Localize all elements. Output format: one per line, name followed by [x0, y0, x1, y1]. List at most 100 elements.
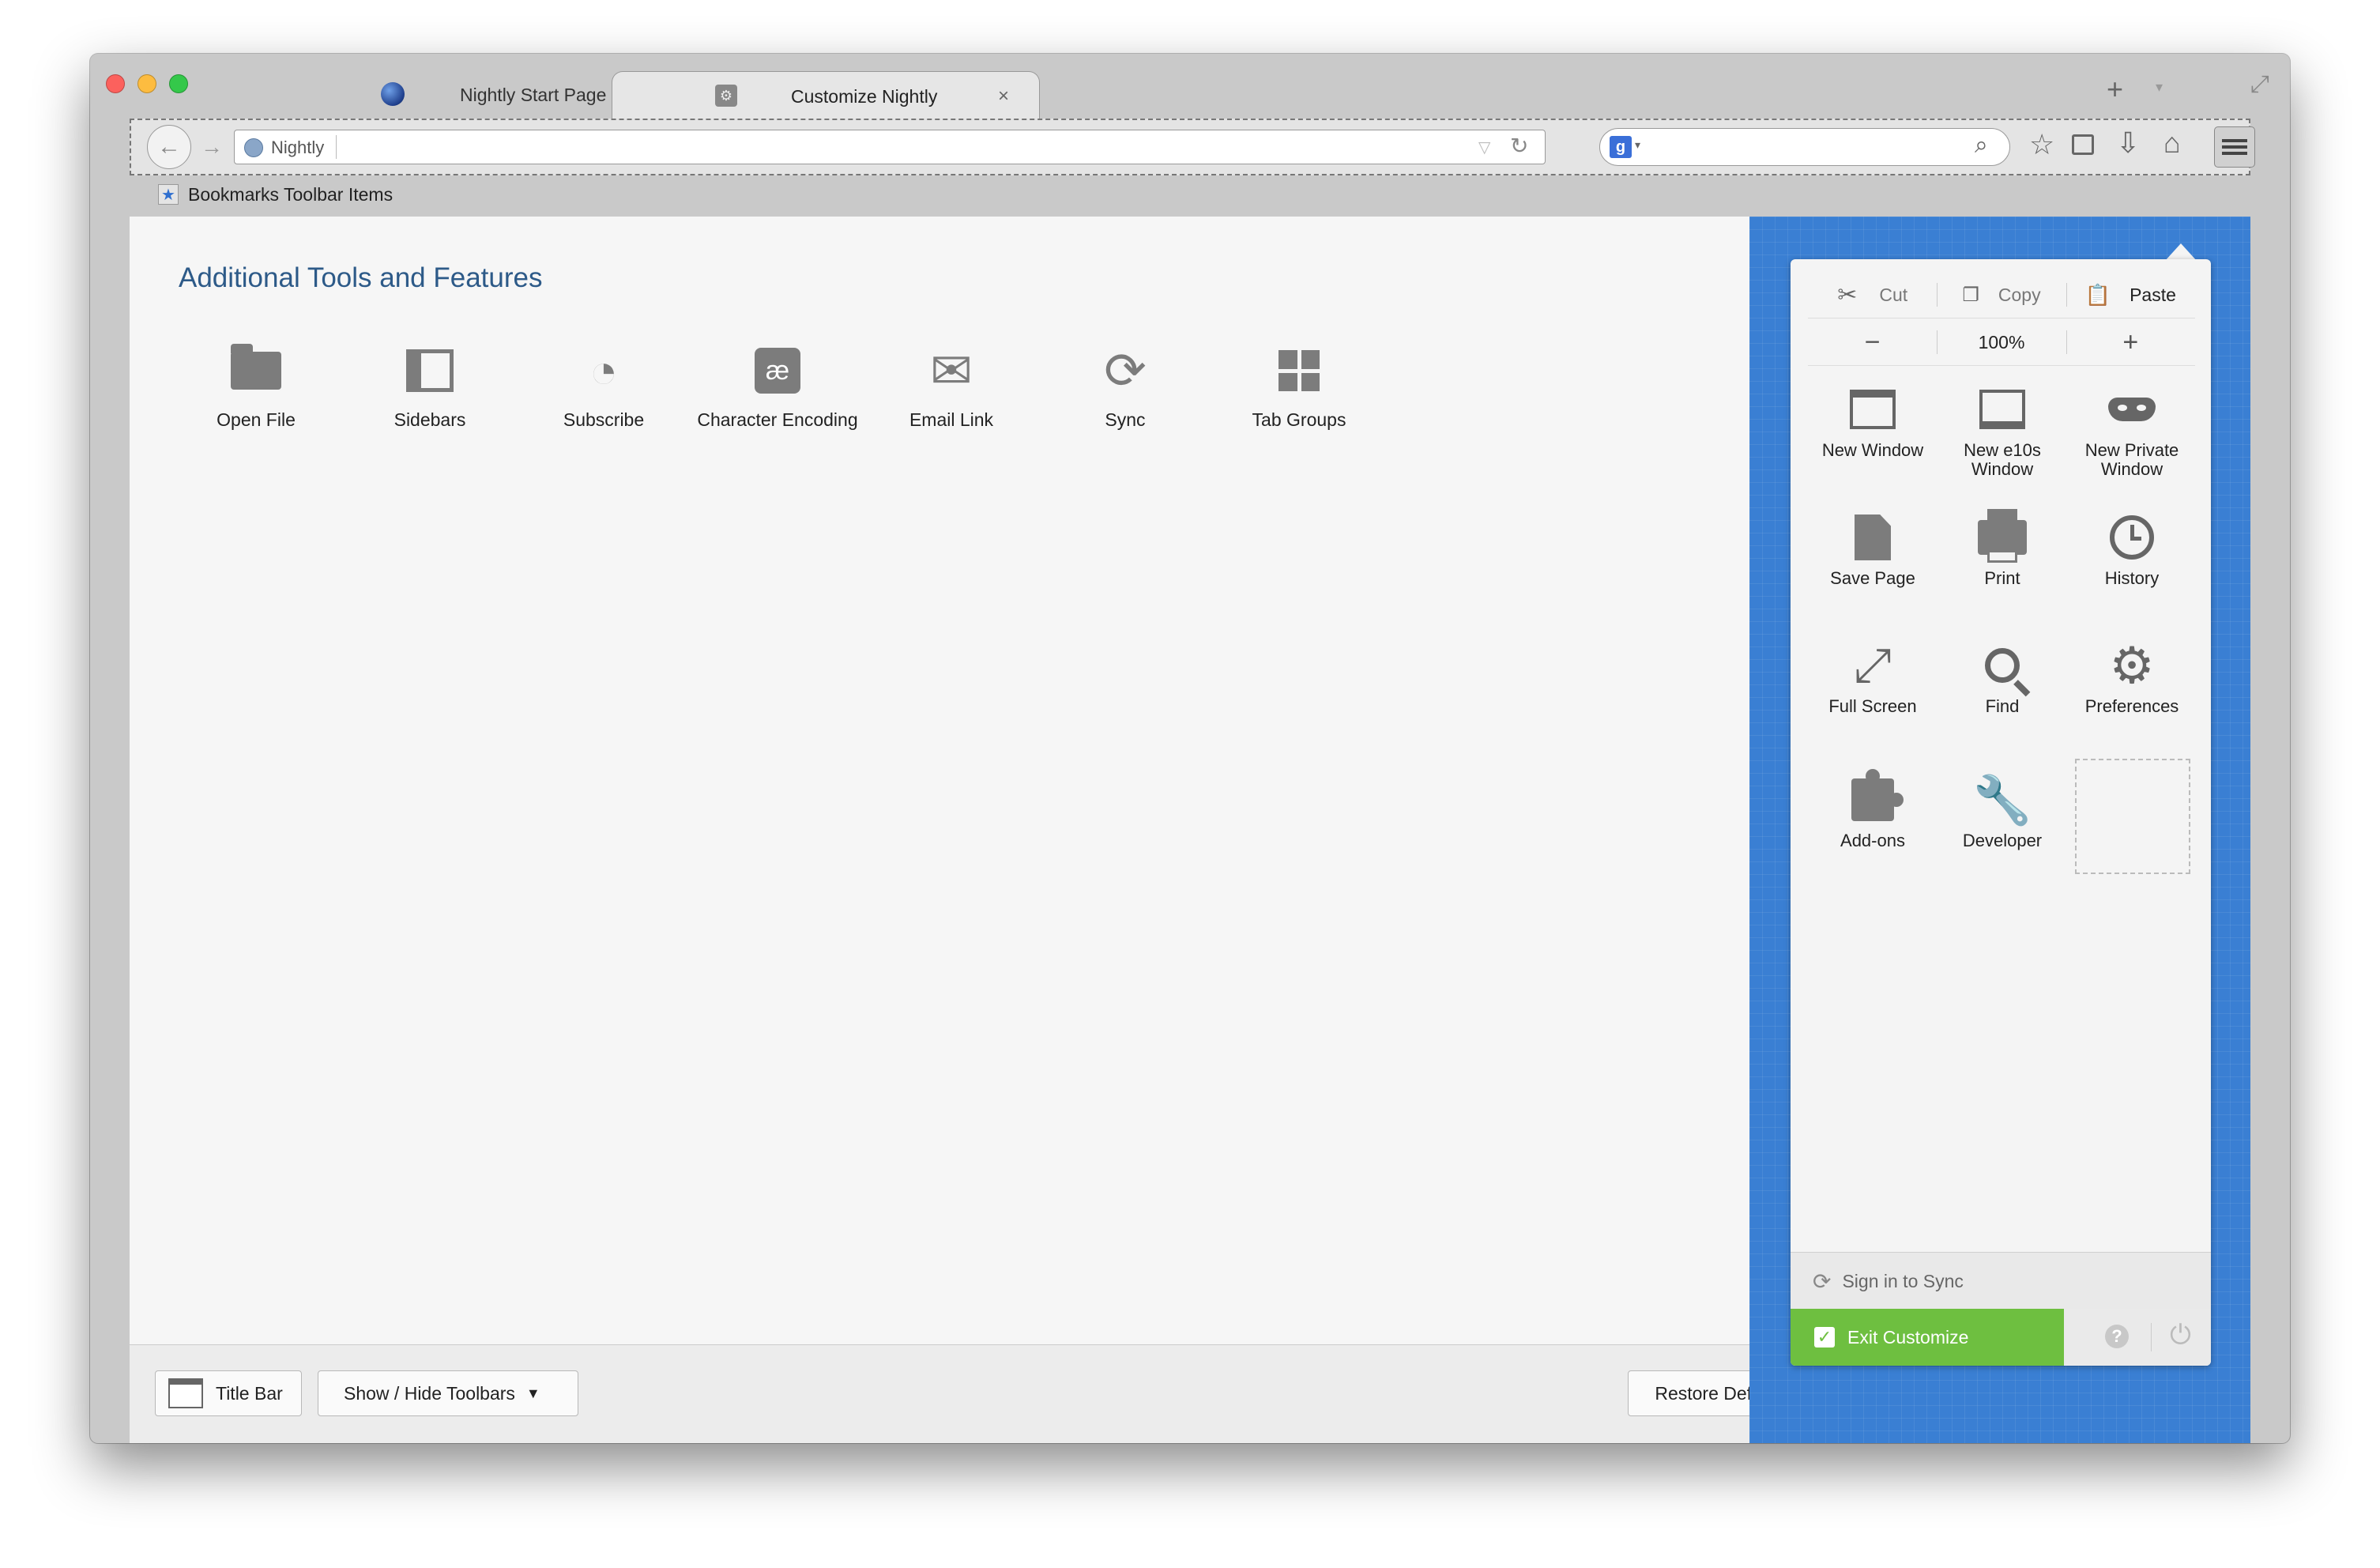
tool-email-link[interactable]: ✉ Email Link — [864, 335, 1038, 431]
zoom-window-button[interactable] — [169, 74, 188, 93]
help-icon[interactable]: ? — [2105, 1325, 2129, 1348]
customize-panel-area: ✂ Cut ❐ Copy 📋 Paste − 100% + New Window Ne… — [1749, 217, 2250, 1443]
fullscreen-toggle-icon[interactable]: ⤢ — [2250, 71, 2269, 98]
e10s-window-icon — [1979, 390, 2025, 429]
new-e10s-window-button[interactable]: New e10s Window — [1938, 378, 2067, 479]
close-tab-icon[interactable]: × — [998, 85, 1009, 107]
customize-gear-icon: ⚙ — [715, 85, 737, 107]
developer-label: Developer — [1962, 831, 2043, 850]
new-tab-button[interactable]: + — [2107, 73, 2123, 106]
magnifier-icon — [1985, 648, 2031, 697]
minus-icon: − — [1864, 326, 1881, 357]
copy-button[interactable]: ❐ Copy — [1937, 272, 2066, 318]
tool-label: Character Encoding — [697, 409, 858, 430]
search-bar[interactable]: g ▾ ⌕ — [1599, 128, 2010, 166]
bookmarks-star-icon: ★ — [158, 184, 179, 205]
fullscreen-icon: ⤢ — [1854, 639, 1892, 692]
tool-tab-groups[interactable]: Tab Groups — [1212, 335, 1386, 431]
search-icon[interactable]: ⌕ — [1975, 132, 1988, 159]
clipboard-icon: 📋 — [2084, 282, 2111, 307]
navigation-toolbar: ← → Nightly ▽ ↻ g ▾ ⌕ ☆ ⇩ ⌂ — [130, 119, 2255, 175]
find-label: Find — [1985, 696, 2020, 716]
new-private-window-button[interactable]: New Private Window — [2067, 378, 2197, 479]
bookmark-star-icon[interactable]: ☆ — [2029, 128, 2054, 161]
title-bar-checkbox-icon — [168, 1378, 203, 1408]
new-window-label: New Window — [1821, 440, 1924, 460]
add-ons-button[interactable]: Add-ons — [1808, 768, 1938, 850]
site-identity-icon — [244, 138, 263, 157]
tool-label: Tab Groups — [1252, 409, 1346, 430]
paste-label: Paste — [2130, 284, 2176, 305]
title-bar-toggle[interactable]: Title Bar — [155, 1370, 302, 1416]
url-bar[interactable]: Nightly ▽ ↻ — [234, 130, 1546, 164]
empty-drop-slot[interactable] — [2075, 759, 2190, 874]
show-hide-toolbars-button[interactable]: Show / Hide Toolbars ▼ — [318, 1370, 578, 1416]
hamburger-icon — [2222, 139, 2247, 155]
save-page-icon — [1855, 514, 1891, 560]
clock-icon — [2110, 515, 2154, 560]
sign-in-to-sync-button[interactable]: ⟳ Sign in to Sync — [1791, 1252, 2211, 1310]
browser-window: Nightly Start Page × ⚙ Customize Nightly… — [90, 54, 2290, 1443]
search-engine-dropdown-icon[interactable]: ▾ — [1635, 138, 1640, 152]
tool-label: Email Link — [909, 409, 994, 430]
cut-button[interactable]: ✂ Cut — [1808, 272, 1937, 318]
panel-arrow — [2165, 243, 2197, 261]
tool-sidebars[interactable]: Sidebars — [343, 335, 517, 431]
minimize-window-button[interactable] — [137, 74, 156, 93]
tool-open-file[interactable]: Open File — [169, 335, 343, 431]
all-tabs-dropdown-icon[interactable]: ▾ — [2156, 79, 2163, 96]
tool-label: Subscribe — [563, 409, 645, 430]
rss-icon: ◔ — [589, 344, 619, 398]
reload-icon[interactable]: ↻ — [1510, 133, 1528, 159]
tab-strip: Nightly Start Page × ⚙ Customize Nightly… — [90, 54, 2290, 121]
edit-controls: ✂ Cut ❐ Copy 📋 Paste — [1808, 272, 2195, 318]
cut-label: Cut — [1879, 284, 1908, 305]
power-icon[interactable]: ⏻ — [2170, 1320, 2191, 1351]
tab-label: Nightly Start Page — [460, 84, 607, 105]
history-button[interactable]: History — [2067, 506, 2197, 588]
zoom-reset-button[interactable]: 100% — [1937, 319, 2066, 365]
sync-small-icon: ⟳ — [1813, 1268, 1832, 1294]
history-dropdown-icon[interactable]: ▽ — [1478, 138, 1490, 157]
tool-subscribe[interactable]: ◔ Subscribe — [517, 335, 691, 431]
downloads-icon[interactable]: ⇩ — [2116, 126, 2140, 160]
print-button[interactable]: Print — [1938, 506, 2067, 588]
sync-icon: ⟳ — [1104, 341, 1147, 399]
palette-title: Additional Tools and Features — [179, 262, 543, 293]
forward-button[interactable]: → — [196, 131, 228, 163]
save-page-button[interactable]: Save Page — [1808, 506, 1938, 588]
full-screen-label: Full Screen — [1828, 696, 1917, 716]
customize-palette: Additional Tools and Features Open File … — [130, 217, 1817, 1443]
back-button[interactable]: ← — [147, 125, 191, 169]
bookmarks-toolbar: ★ Bookmarks Toolbar Items — [158, 179, 393, 210]
search-engine-icon[interactable]: g — [1610, 136, 1632, 158]
developer-button[interactable]: 🔧 Developer — [1938, 768, 2067, 850]
footer-divider — [2151, 1323, 2152, 1351]
tab-customize-nightly[interactable]: ⚙ Customize Nightly × — [612, 71, 1040, 121]
tab-label: Customize Nightly — [791, 85, 938, 107]
home-icon[interactable]: ⌂ — [2163, 126, 2181, 160]
preferences-button[interactable]: ⚙ Preferences — [2067, 634, 2197, 716]
menu-button[interactable] — [2214, 126, 2255, 168]
zoom-out-button[interactable]: − — [1808, 319, 1937, 365]
full-screen-button[interactable]: ⤢ Full Screen — [1808, 634, 1938, 716]
forward-arrow-icon: → — [201, 134, 223, 159]
find-button[interactable]: Find — [1938, 634, 2067, 716]
close-window-button[interactable] — [106, 74, 125, 93]
bookmarks-menu-icon[interactable] — [2072, 134, 2094, 155]
exit-customize-button[interactable]: ✓ Exit Customize — [1791, 1309, 2064, 1366]
title-bar-label: Title Bar — [216, 1382, 283, 1404]
tool-character-encoding[interactable]: æ Character Encoding — [691, 335, 864, 431]
history-label: History — [2104, 568, 2160, 588]
sidebars-icon — [406, 349, 454, 392]
envelope-icon: ✉ — [930, 341, 973, 399]
paste-button[interactable]: 📋 Paste — [2066, 272, 2195, 318]
copy-label: Copy — [1998, 284, 2041, 305]
panel-footer: ✓ Exit Customize ? ⏻ — [1791, 1309, 2211, 1366]
add-ons-label: Add-ons — [1840, 831, 1905, 850]
character-encoding-icon: æ — [755, 348, 800, 394]
zoom-in-button[interactable]: + — [2066, 319, 2195, 365]
back-arrow-icon: ← — [157, 134, 181, 160]
new-window-button[interactable]: New Window — [1808, 378, 1938, 460]
tool-sync[interactable]: ⟳ Sync — [1038, 335, 1212, 431]
